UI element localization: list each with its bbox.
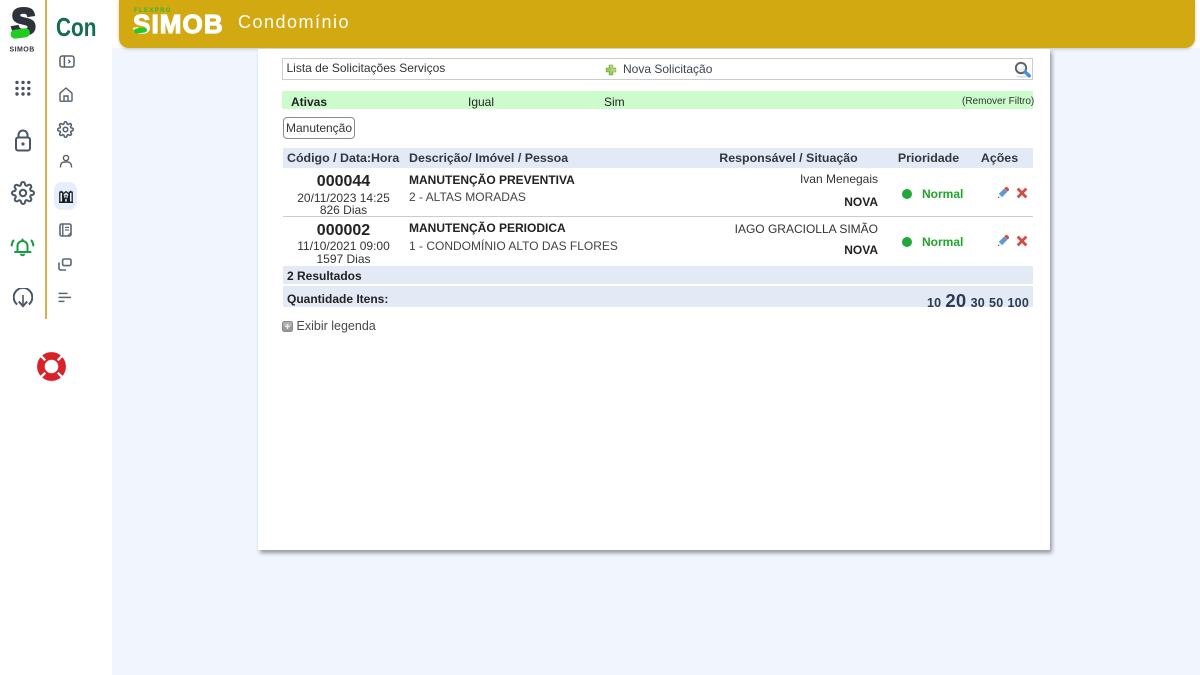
svg-text:SIMOB: SIMOB (10, 47, 35, 53)
